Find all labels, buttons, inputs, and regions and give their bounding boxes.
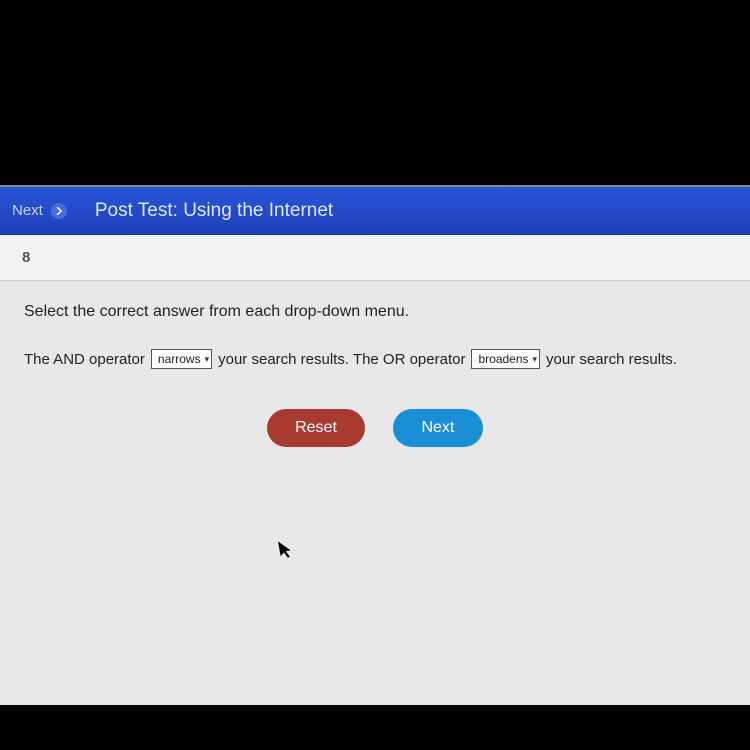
question-number-bar: 8 xyxy=(0,235,750,281)
page-title: Post Test: Using the Internet xyxy=(95,200,333,222)
or-operator-dropdown[interactable]: broadens ▾ xyxy=(471,349,540,369)
instruction-text: Select the correct answer from each drop… xyxy=(24,303,726,321)
dropdown-value: narrows xyxy=(158,352,201,366)
dropdown-value: broadens xyxy=(478,352,528,366)
question-content: Select the correct answer from each drop… xyxy=(0,281,750,469)
action-buttons: Reset Next xyxy=(24,409,726,447)
question-number: 8 xyxy=(14,245,38,270)
sentence-part-2: your search results. The OR operator xyxy=(218,351,465,368)
sentence-part-3: your search results. xyxy=(546,351,677,368)
next-button[interactable]: Next xyxy=(393,409,483,447)
header-bar: Next Post Test: Using the Internet xyxy=(0,187,750,235)
nav-next-link[interactable]: Next xyxy=(12,202,67,219)
and-operator-dropdown[interactable]: narrows ▾ xyxy=(151,349,212,369)
sentence-part-1: The AND operator xyxy=(24,351,145,368)
chevron-down-icon: ▾ xyxy=(533,354,538,365)
arrow-right-icon xyxy=(51,203,67,219)
app-screen: Next Post Test: Using the Internet 8 Sel… xyxy=(0,185,750,705)
chevron-down-icon: ▾ xyxy=(205,354,210,365)
nav-next-label: Next xyxy=(12,202,43,219)
reset-button[interactable]: Reset xyxy=(267,409,365,447)
question-sentence: The AND operator narrows ▾ your search r… xyxy=(24,349,726,369)
